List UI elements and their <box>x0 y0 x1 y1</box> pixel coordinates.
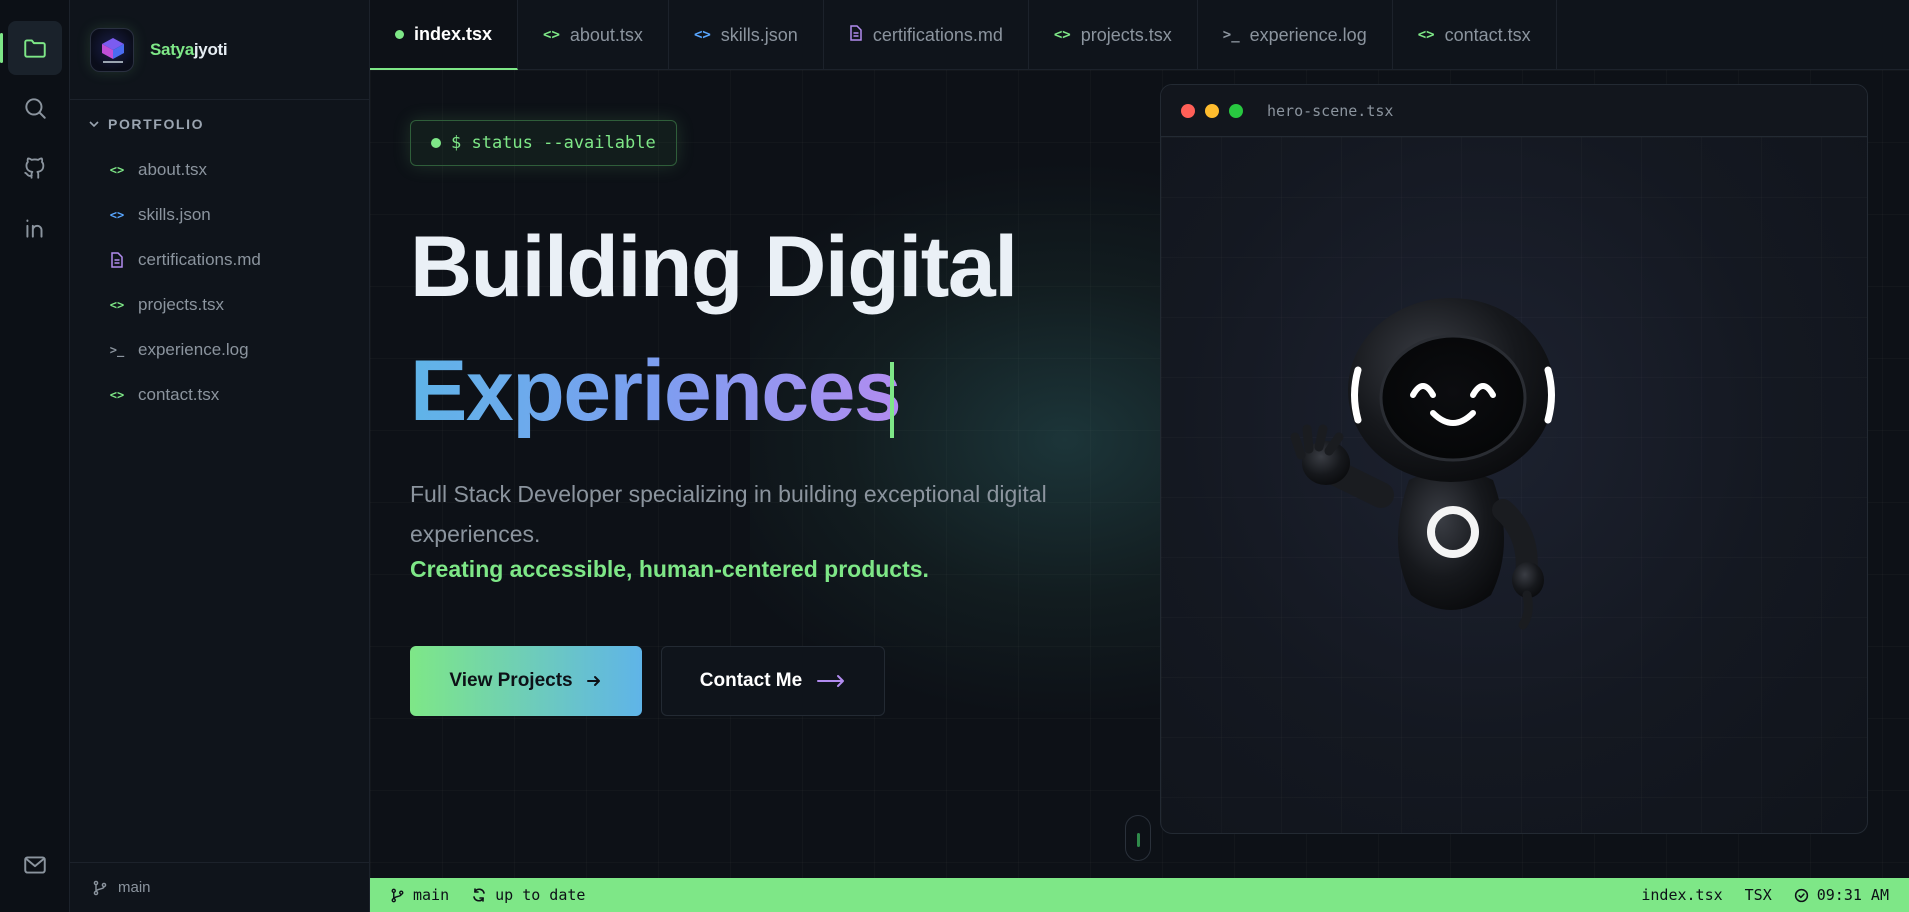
hero-heading-line1: Building Digital <box>410 219 1018 315</box>
code-icon: <> <box>109 163 125 177</box>
mail-button[interactable] <box>8 838 62 892</box>
scene-title: hero-scene.tsx <box>1267 101 1394 120</box>
sidebar-item-certifications[interactable]: certifications.md <box>108 250 261 270</box>
tab-projects[interactable]: <> projects.tsx <box>1029 0 1198 70</box>
sidebar-item-label: projects.tsx <box>138 295 224 314</box>
tab-skills[interactable]: <> skills.json <box>669 0 824 70</box>
document-icon <box>108 251 126 269</box>
search-button[interactable] <box>8 81 62 135</box>
sidebar-item-label: certifications.md <box>138 250 261 269</box>
hero-scene-window: hero-scene.tsx <box>1160 84 1868 834</box>
tab-label: skills.json <box>720 24 798 45</box>
contact-me-label: Contact Me <box>699 670 803 691</box>
folder-label: PORTFOLIO <box>108 116 205 132</box>
close-dot-icon[interactable] <box>1181 103 1195 118</box>
availability-badge: $ status --available <box>410 120 677 166</box>
tab-label: contact.tsx <box>1444 24 1531 45</box>
sidebar-item-label: about.tsx <box>138 160 207 179</box>
sidebar-item-experience[interactable]: >_ experience.log <box>108 340 249 360</box>
robot-illustration[interactable] <box>1241 295 1661 715</box>
activity-bar <box>0 0 70 912</box>
mail-icon <box>24 856 46 874</box>
tab-index[interactable]: index.tsx <box>370 0 519 70</box>
code-icon: <> <box>1053 27 1071 43</box>
git-branch-icon <box>93 880 107 895</box>
view-projects-button[interactable]: View Projects <box>410 646 642 716</box>
brand-logo[interactable] <box>90 28 134 72</box>
sidebar-item-label: experience.log <box>138 340 249 359</box>
typing-caret <box>890 362 894 438</box>
hero-description: Full Stack Developer specializing in bui… <box>410 481 1047 547</box>
github-button[interactable] <box>8 141 62 195</box>
document-icon <box>849 25 863 45</box>
sidebar-item-projects[interactable]: <> projects.tsx <box>108 295 224 315</box>
terminal-icon: >_ <box>109 343 125 357</box>
tab-about[interactable]: <> about.tsx <box>518 0 669 70</box>
tab-experience[interactable]: >_ experience.log <box>1198 0 1393 70</box>
hero-heading-line2: Experiences <box>410 343 902 439</box>
git-branch-icon <box>391 888 404 902</box>
scroll-indicator[interactable] <box>1125 815 1151 861</box>
statusbar-language[interactable]: TSX <box>1745 886 1772 904</box>
statusbar-file[interactable]: index.tsx <box>1641 886 1722 904</box>
branch-label: main <box>118 879 151 896</box>
statusbar-branch[interactable]: main <box>390 886 449 904</box>
folder-portfolio[interactable]: PORTFOLIO <box>88 116 204 132</box>
status-dot-icon <box>431 138 441 148</box>
explorer-sidebar: Satyajyoti PORTFOLIO <> about.tsx <> ski… <box>70 0 370 912</box>
brand-header: Satyajyoti <box>70 0 370 100</box>
branch-indicator[interactable]: main <box>70 862 370 912</box>
files-icon <box>24 39 46 58</box>
statusbar-sync-label: up to date <box>495 886 586 904</box>
clock-check-icon <box>1794 888 1808 902</box>
tab-label: about.tsx <box>569 24 643 45</box>
view-projects-label: View Projects <box>449 670 573 691</box>
status-bar: main up to date index.tsx TSX 09:31 AM <box>370 878 1909 912</box>
sidebar-item-contact[interactable]: <> contact.tsx <box>108 385 220 405</box>
tab-label: projects.tsx <box>1080 24 1172 45</box>
chevron-down-icon <box>89 121 99 128</box>
tab-label: index.tsx <box>414 23 493 44</box>
sidebar-item-skills[interactable]: <> skills.json <box>108 205 211 225</box>
sidebar-item-label: skills.json <box>138 205 211 224</box>
code-icon: <> <box>109 208 125 222</box>
statusbar-time: 09:31 AM <box>1794 886 1889 904</box>
statusbar-sync[interactable]: up to date <box>471 886 585 904</box>
sidebar-item-about[interactable]: <> about.tsx <box>108 160 207 180</box>
code-icon: <> <box>109 388 125 402</box>
minimize-dot-icon[interactable] <box>1205 103 1219 118</box>
maximize-dot-icon[interactable] <box>1229 103 1243 118</box>
linkedin-icon <box>26 219 43 238</box>
tab-label: certifications.md <box>872 24 1003 45</box>
app-window: Satyajyoti PORTFOLIO <> about.tsx <> ski… <box>0 0 1909 912</box>
editor-tabs: index.tsx <> about.tsx <> skills.json ce… <box>370 0 1909 70</box>
status-text: $ status --available <box>451 133 656 153</box>
search-icon <box>25 98 46 119</box>
arrow-right-icon <box>586 676 600 686</box>
editor-area: $ status --available Building Digital Ex… <box>370 70 1909 878</box>
statusbar-branch-label: main <box>413 886 450 904</box>
modified-dot-icon <box>395 29 404 39</box>
code-icon: <> <box>109 298 125 312</box>
contact-me-button[interactable]: Contact Me <box>661 646 885 716</box>
tab-contact[interactable]: <> contact.tsx <box>1393 0 1557 70</box>
sidebar-item-label: contact.tsx <box>138 385 220 404</box>
linkedin-button[interactable] <box>8 201 62 255</box>
github-icon <box>24 157 45 179</box>
tab-certifications[interactable]: certifications.md <box>824 0 1029 70</box>
hero-tagline: Creating accessible, human-centered prod… <box>410 556 929 582</box>
code-icon: <> <box>543 27 560 43</box>
code-icon: <> <box>693 27 711 43</box>
tab-label: experience.log <box>1249 24 1367 45</box>
sync-icon <box>473 888 485 902</box>
scene-titlebar: hero-scene.tsx <box>1161 85 1867 137</box>
statusbar-time-label: 09:31 AM <box>1816 886 1889 904</box>
explorer-button[interactable] <box>0 21 62 75</box>
terminal-icon: >_ <box>1222 27 1240 43</box>
long-arrow-right-icon <box>817 675 845 687</box>
code-icon: <> <box>1417 27 1435 43</box>
brand-name: Satyajyoti <box>150 40 228 59</box>
